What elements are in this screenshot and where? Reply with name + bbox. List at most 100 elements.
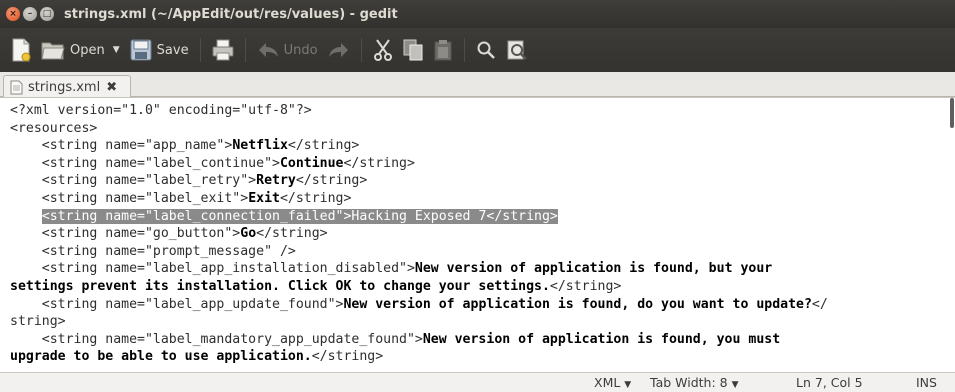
undo-icon (258, 43, 278, 57)
string-value: Retry (256, 173, 296, 189)
xml-markup: <string name="go_button"> (10, 226, 241, 242)
document-tab-strip: strings.xml ✖ (0, 72, 955, 98)
string-value: Go (240, 226, 257, 242)
text-file-icon (10, 80, 23, 94)
print-icon (212, 39, 234, 61)
toolbar-separator (199, 38, 201, 62)
save-icon (130, 39, 152, 61)
string-value: Continue (279, 155, 344, 171)
code-line[interactable]: <?xml version="1.0" encoding="utf-8"?> (10, 102, 955, 120)
xml-markup: <?xml version="1.0" encoding="utf-8"?> (10, 103, 312, 118)
new-document-icon (12, 38, 31, 62)
undo-button[interactable]: Undo (252, 34, 323, 66)
undo-label: Undo (283, 42, 318, 58)
minimize-icon: – (27, 9, 33, 19)
language-label: XML (594, 375, 621, 390)
string-value: Netflix (232, 138, 288, 154)
code-line[interactable]: <string name="label_retry">Retry</string… (10, 172, 955, 190)
code-line[interactable]: settings prevent its installation. Click… (10, 278, 955, 296)
window-controls: × – □ (6, 7, 54, 21)
string-value: settings prevent its installation. Click… (10, 278, 550, 294)
string-value: New version of application is found, you… (422, 331, 781, 347)
new-document-button[interactable] (6, 34, 36, 66)
print-button[interactable] (207, 34, 239, 66)
xml-markup: <string name="label_retry"> (10, 173, 257, 189)
chevron-down-icon: ▼ (731, 380, 739, 390)
xml-markup: </string> (279, 190, 352, 206)
code-line[interactable]: string> (10, 313, 955, 331)
toolbar: Open ▼ Save Undo (0, 28, 955, 72)
paste-icon (434, 40, 452, 61)
editor-content[interactable]: <?xml version="1.0" encoding="utf-8"?> <r… (10, 102, 955, 366)
paste-button[interactable] (428, 34, 458, 66)
xml-markup: <string name="label_mandatory_app_update… (10, 331, 423, 347)
find-replace-icon (507, 40, 527, 60)
toolbar-separator (360, 38, 362, 62)
toolbar-separator (244, 38, 246, 62)
maximize-icon: □ (42, 9, 52, 19)
open-label: Open (70, 42, 105, 58)
toolbar-separator (463, 38, 465, 62)
code-line[interactable]: <string name="go_button">Go</string> (10, 225, 955, 243)
xml-markup: </string> (311, 349, 384, 365)
selected-text: <string name="label_connection_failed">H… (41, 208, 558, 224)
string-value: upgrade to be able to use application. (10, 349, 312, 365)
language-selector[interactable]: XML ▼ (594, 375, 631, 390)
xml-markup: </string> (287, 138, 360, 154)
xml-markup: </string> (256, 226, 328, 242)
code-line[interactable]: <string name="prompt_message" /> (10, 243, 955, 261)
xml-markup: string> (10, 314, 66, 330)
xml-markup (10, 209, 42, 224)
xml-markup: <string name="prompt_message" /> (10, 243, 296, 259)
xml-markup: </string> (343, 155, 415, 171)
tab-width-label: Tab Width: 8 (650, 375, 728, 390)
search-button[interactable] (471, 34, 501, 66)
xml-markup: <resources> (10, 120, 98, 136)
xml-markup: <string name="label_exit"> (10, 190, 249, 206)
xml-markup: <string name="app_name"> (10, 138, 233, 154)
save-button[interactable]: Save (125, 34, 194, 66)
code-line[interactable]: <string name="label_app_update_found">Ne… (10, 296, 955, 314)
string-value: New version of application is found, but… (414, 261, 773, 277)
text-editor[interactable]: <?xml version="1.0" encoding="utf-8"?> <r… (0, 97, 955, 372)
status-bar: XML ▼ Tab Width: 8 ▼ Ln 7, Col 5 INS (0, 372, 955, 392)
code-line[interactable]: <string name="label_mandatory_app_update… (10, 331, 955, 349)
code-line[interactable]: <string name="label_app_installation_dis… (10, 260, 955, 278)
cut-button[interactable] (368, 34, 398, 66)
string-value: Exit (248, 190, 280, 206)
tab-strings-xml[interactable]: strings.xml ✖ (3, 75, 131, 98)
xml-markup: <string name="label_app_installation_dis… (10, 261, 415, 277)
folder-open-icon (41, 42, 65, 60)
xml-markup: </string> (549, 278, 622, 294)
open-button[interactable]: Open ▼ (36, 34, 125, 66)
minimize-window-button[interactable]: – (23, 7, 37, 21)
title-bar: × – □ strings.xml (~/AppEdit/out/res/val… (0, 0, 955, 28)
code-line[interactable]: <resources> (10, 120, 955, 138)
xml-markup: <string name="label_continue"> (10, 155, 280, 171)
redo-button[interactable] (323, 34, 355, 66)
vertical-scrollbar[interactable] (950, 98, 954, 128)
code-line[interactable]: upgrade to be able to use application.</… (10, 348, 955, 366)
close-icon: × (9, 9, 17, 19)
chevron-down-icon[interactable]: ▼ (113, 45, 120, 55)
close-window-button[interactable]: × (6, 7, 20, 21)
code-line[interactable]: <string name="app_name">Netflix</string> (10, 137, 955, 155)
code-line[interactable]: <string name="label_continue">Continue</… (10, 155, 955, 173)
close-tab-icon[interactable]: ✖ (106, 80, 117, 95)
xml-markup: </string> (295, 173, 368, 189)
code-line[interactable]: <string name="label_exit">Exit</string> (10, 190, 955, 208)
chevron-down-icon: ▼ (624, 380, 632, 390)
xml-markup: </ (811, 296, 828, 312)
search-icon (477, 41, 495, 59)
copy-button[interactable] (398, 34, 428, 66)
cut-icon (373, 39, 392, 61)
insert-mode: INS (916, 375, 937, 390)
redo-icon (328, 43, 348, 57)
tab-width-selector[interactable]: Tab Width: 8 ▼ (650, 375, 739, 390)
xml-markup: <string name="label_app_update_found"> (10, 296, 344, 312)
code-line[interactable]: <string name="label_connection_failed">H… (10, 208, 955, 226)
tab-label: strings.xml (28, 79, 101, 95)
find-replace-button[interactable] (501, 34, 533, 66)
save-label: Save (156, 42, 189, 58)
maximize-window-button[interactable]: □ (40, 7, 54, 21)
